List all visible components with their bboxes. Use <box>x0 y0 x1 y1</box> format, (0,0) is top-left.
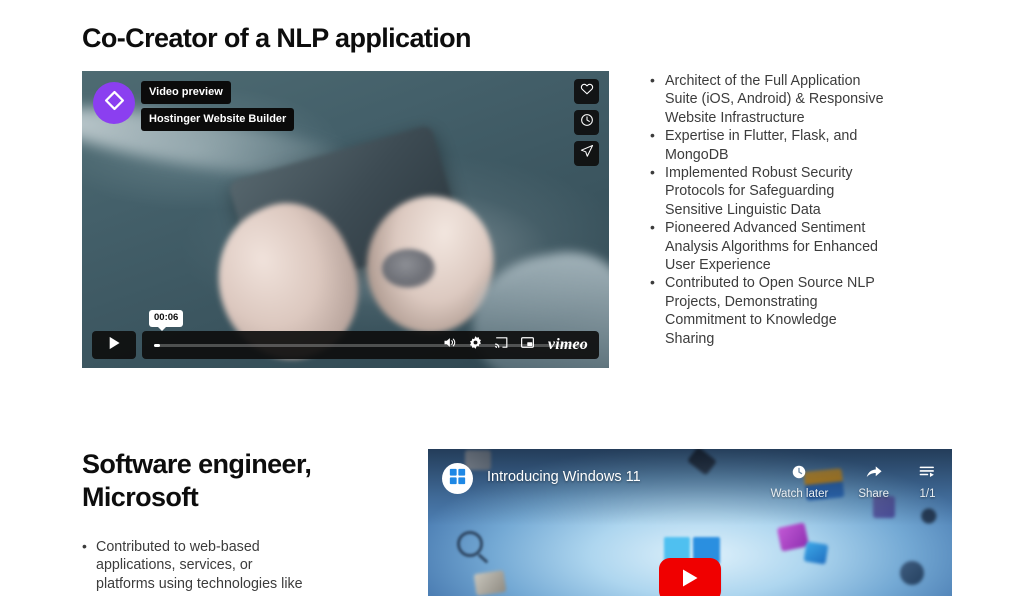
vimeo-side-actions <box>574 79 599 166</box>
microsoft-achievements-list: Contributed to web-based applications, s… <box>80 537 310 596</box>
vimeo-channel-avatar[interactable] <box>93 82 135 124</box>
list-item: Expertise in Flutter, Flask, and MongoDB <box>648 126 884 164</box>
page-title-nlp: Co-Creator of a NLP application <box>82 23 472 53</box>
youtube-video-title[interactable]: Introducing Windows 11 <box>487 462 641 493</box>
like-icon <box>580 82 594 101</box>
vimeo-progress-track[interactable] <box>154 344 587 347</box>
playlist-icon <box>919 464 936 483</box>
windows-logo-icon <box>449 468 466 490</box>
youtube-share-label: Share <box>858 488 889 500</box>
vimeo-share-button[interactable] <box>574 141 599 166</box>
vimeo-title-chips: Video preview Hostinger Website Builder <box>141 81 295 131</box>
vimeo-like-button[interactable] <box>574 79 599 104</box>
vimeo-time-tooltip: 00:06 <box>149 310 184 331</box>
vimeo-progress-area[interactable]: vimeo <box>142 331 599 359</box>
play-icon <box>681 568 699 593</box>
nlp-achievements-list: Architect of the Full Application Suite … <box>648 71 884 348</box>
youtube-share-button[interactable]: Share <box>858 464 889 500</box>
watch-later-icon <box>791 464 807 483</box>
play-icon <box>108 336 121 355</box>
youtube-watch-later-label: Watch later <box>770 488 829 500</box>
youtube-channel-avatar[interactable] <box>442 463 473 494</box>
vimeo-thumbnail-thumb <box>382 249 436 288</box>
vimeo-channel-name[interactable]: Hostinger Website Builder <box>141 108 295 131</box>
youtube-top-bar: Introducing Windows 11 Watch later Share… <box>428 449 952 505</box>
youtube-play-button[interactable] <box>659 558 721 596</box>
hostinger-logo-icon <box>104 90 125 116</box>
vimeo-video-player[interactable]: Video preview Hostinger Website Builder <box>82 71 609 368</box>
resume-page: Co-Creator of a NLP application Video pr… <box>0 0 1024 596</box>
watch-later-icon <box>580 113 594 132</box>
vimeo-control-bar: vimeo 00:06 <box>92 310 599 359</box>
list-item: Pioneered Advanced Sentiment Analysis Al… <box>648 218 884 274</box>
page-title-microsoft: Software engineer, Microsoft <box>82 449 312 512</box>
list-item: Implemented Robust Security Protocols fo… <box>648 163 884 219</box>
youtube-video-player[interactable]: Introducing Windows 11 Watch later Share… <box>428 449 952 596</box>
vimeo-progress-fill <box>154 344 161 347</box>
youtube-watch-later-button[interactable]: Watch later <box>770 464 829 500</box>
list-item-text-prefix: Contributed to web-based applications, s… <box>96 539 303 592</box>
share-icon <box>580 144 594 163</box>
share-icon <box>865 464 883 483</box>
youtube-playlist-count: 1/1 <box>919 488 936 500</box>
vimeo-watch-later-button[interactable] <box>574 110 599 135</box>
list-item: Architect of the Full Application Suite … <box>648 71 884 127</box>
youtube-top-actions: Watch later Share 1/1 <box>771 462 936 500</box>
vimeo-play-button[interactable] <box>92 331 136 359</box>
list-item: Contributed to web-based applications, s… <box>80 537 310 596</box>
vimeo-video-title[interactable]: Video preview <box>141 81 231 104</box>
youtube-playlist-indicator[interactable]: 1/1 <box>919 464 936 500</box>
list-item: Contributed to Open Source NLP Projects,… <box>648 273 884 348</box>
